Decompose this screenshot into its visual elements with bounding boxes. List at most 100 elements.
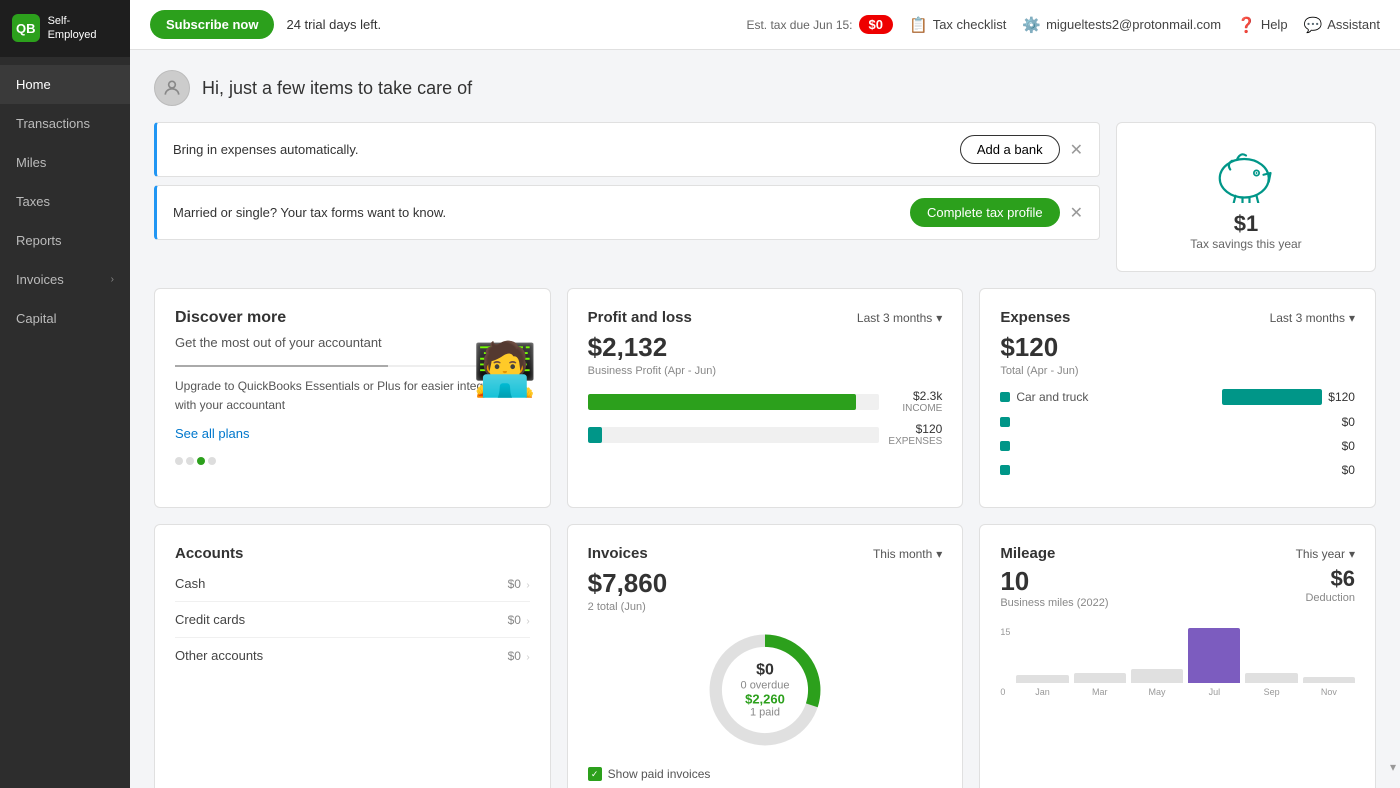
profit-loss-filter[interactable]: Last 3 months ▾ (857, 311, 942, 325)
settings-icon: ⚙️ (1022, 16, 1041, 34)
discover-card: Discover more Get the most out of your a… (154, 288, 551, 508)
tax-amount-badge[interactable]: $0 (859, 15, 893, 34)
donut-center-info: $0 0 overdue $2,260 1 paid (741, 662, 790, 719)
quickbooks-logo-icon: QB (12, 14, 40, 42)
account-name-other: Other accounts (175, 648, 263, 663)
account-name-cash: Cash (175, 576, 205, 591)
expense-value-3: $0 (1342, 463, 1355, 477)
sidebar-item-transactions[interactable]: Transactions (0, 104, 130, 143)
account-name-credit: Credit cards (175, 612, 245, 627)
expense-row-0: Car and truck $120 (1000, 389, 1355, 405)
expense-bar-0 (1222, 389, 1322, 405)
expenses-header: Expenses Last 3 months ▾ (1000, 309, 1355, 326)
see-plans-link[interactable]: See all plans (175, 426, 249, 441)
trial-text: 24 trial days left. (286, 17, 381, 32)
sidebar-item-taxes[interactable]: Taxes (0, 182, 130, 221)
sidebar-item-label: Miles (16, 155, 46, 170)
profit-loss-card: Profit and loss Last 3 months ▾ $2,132 B… (567, 288, 964, 508)
mileage-header: Mileage This year ▾ (1000, 545, 1355, 562)
overdue-label: 0 overdue (741, 680, 790, 692)
bar-jan: Jan (1016, 675, 1068, 697)
sidebar-item-capital[interactable]: Capital (0, 299, 130, 338)
sidebar-item-reports[interactable]: Reports (0, 221, 130, 260)
income-bar-row: $2.3k INCOME (588, 389, 943, 414)
main-content: Subscribe now 24 trial days left. Est. t… (130, 0, 1400, 788)
chevron-down-icon: ▾ (1349, 547, 1355, 561)
invoices-card: Invoices This month ▾ $7,860 2 total (Ju… (567, 524, 964, 788)
subscribe-button[interactable]: Subscribe now (150, 10, 274, 39)
complete-tax-profile-button[interactable]: Complete tax profile (910, 198, 1060, 227)
paid-checkbox: ✓ (588, 767, 602, 781)
mileage-stats: 10 Business miles (2022) $6 Deduction (1000, 566, 1355, 609)
chevron-right-icon: › (526, 580, 529, 591)
expense-bar (588, 427, 603, 443)
chart-y-min: 0 (1000, 687, 1010, 697)
chevron-right-icon: › (526, 652, 529, 663)
bar-mar: Mar (1074, 673, 1126, 697)
add-bank-button[interactable]: Add a bank (960, 135, 1060, 164)
mileage-card: Mileage This year ▾ 10 Business miles (2… (979, 524, 1376, 788)
expense-bar-value: $120 (887, 422, 942, 436)
expense-value-1: $0 (1342, 415, 1355, 429)
expense-value-2: $0 (1342, 439, 1355, 453)
tax-profile-banner-close[interactable]: ✕ (1070, 203, 1083, 223)
bank-banner-text: Bring in expenses automatically. (173, 142, 358, 157)
discover-dot-2 (186, 457, 194, 465)
tax-profile-banner-actions: Complete tax profile ✕ (910, 198, 1083, 227)
account-value-cash: $0 › (508, 577, 530, 591)
discover-dot-3 (197, 457, 205, 465)
mileage-bar-chart: 15 0 Jan Mar M (1000, 617, 1355, 697)
sidebar-item-home[interactable]: Home (0, 65, 130, 104)
expenses-title: Expenses (1000, 309, 1070, 326)
accounts-card: Accounts Cash $0 › Credit cards $0 › (154, 524, 551, 788)
chart-y-max: 15 (1000, 627, 1010, 637)
sidebar-item-label: Invoices (16, 272, 64, 287)
sidebar-item-miles[interactable]: Miles (0, 143, 130, 182)
account-row-other[interactable]: Other accounts $0 › (175, 638, 530, 673)
profit-loss-header: Profit and loss Last 3 months ▾ (588, 309, 943, 326)
accountant-illustration: 🧑‍💻 (473, 339, 538, 400)
tax-checklist-link[interactable]: 📋 Tax checklist (909, 16, 1006, 34)
sidebar-item-invoices[interactable]: Invoices › (0, 260, 130, 299)
user-email-link[interactable]: ⚙️ migueltests2@protonmail.com (1022, 16, 1221, 34)
paid-amount: $2,260 (741, 692, 790, 707)
bar-nov: Nov (1303, 677, 1355, 697)
piggy-bank-icon (1211, 143, 1281, 203)
sidebar-item-label: Transactions (16, 116, 90, 131)
expenses-filter[interactable]: Last 3 months ▾ (1270, 311, 1355, 325)
bar-sep: Sep (1245, 673, 1297, 697)
account-row-cash[interactable]: Cash $0 › (175, 566, 530, 602)
tax-due-section: Est. tax due Jun 15: $0 (746, 15, 893, 34)
profit-loss-amount: $2,132 (588, 332, 943, 363)
sidebar-item-label: Home (16, 77, 51, 92)
income-bar-label: INCOME (887, 403, 942, 414)
show-paid-invoices[interactable]: ✓ Show paid invoices (588, 767, 943, 781)
expenses-card: Expenses Last 3 months ▾ $120 Total (Apr… (979, 288, 1376, 508)
invoices-filter[interactable]: This month ▾ (873, 547, 942, 561)
account-row-credit[interactable]: Credit cards $0 › (175, 602, 530, 638)
discover-dot-1 (175, 457, 183, 465)
sidebar-logo[interactable]: QB Self-Employed (0, 0, 130, 57)
account-value-credit: $0 › (508, 613, 530, 627)
assistant-link[interactable]: 💬 Assistant (1304, 16, 1380, 34)
discover-title: Discover more (175, 309, 530, 327)
accounts-title: Accounts (175, 545, 243, 562)
help-link[interactable]: ❓ Help (1237, 16, 1287, 34)
mileage-title: Mileage (1000, 545, 1055, 562)
invoices-period: 2 total (Jun) (588, 601, 943, 613)
mileage-miles-section: 10 Business miles (2022) (1000, 566, 1108, 609)
paid-label: 1 paid (741, 707, 790, 719)
chevron-down-icon: ▾ (936, 311, 942, 325)
mileage-deduction-section: $6 Deduction (1305, 566, 1355, 609)
bank-banner-close[interactable]: ✕ (1070, 140, 1083, 160)
expense-row-1: $0 (1000, 415, 1355, 429)
savings-card: $1 Tax savings this year (1116, 122, 1376, 272)
bar-chart-columns: Jan Mar May Jul (1016, 628, 1355, 697)
mileage-deduction-label: Deduction (1305, 592, 1355, 604)
savings-amount: $1 (1234, 211, 1258, 237)
expense-label-0: Car and truck (1016, 390, 1216, 404)
mileage-filter[interactable]: This year ▾ (1296, 547, 1355, 561)
help-label: Help (1261, 17, 1288, 32)
invoices-donut-container: $0 0 overdue $2,260 1 paid (588, 625, 943, 755)
topbar: Subscribe now 24 trial days left. Est. t… (130, 0, 1400, 50)
